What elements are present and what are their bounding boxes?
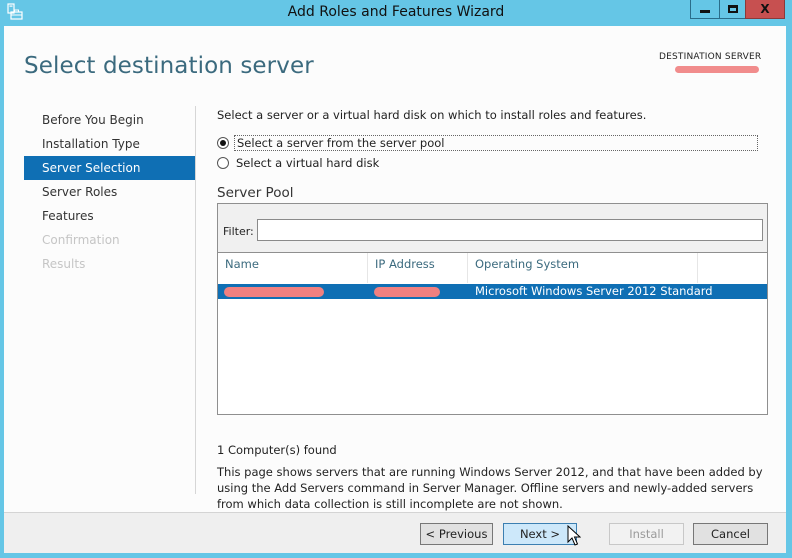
os-cell: Microsoft Windows Server 2012 Standard [475,284,713,298]
column-header-operating-system[interactable]: Operating System [468,253,698,283]
destination-server-redacted [675,66,759,73]
intro-text: Select a server or a virtual hard disk o… [217,108,647,122]
column-header-ip-address[interactable]: IP Address [368,253,468,283]
next-button[interactable]: Next > [503,523,577,545]
maximize-button[interactable] [719,0,746,19]
wizard-steps-nav: Before You Begin Installation Type Serve… [24,108,196,276]
radio-button[interactable] [217,157,229,169]
server-pool-grid: Name IP Address Operating System Microso… [218,252,767,414]
window-title: Add Roles and Features Wizard [287,4,505,20]
nav-item-before-you-begin[interactable]: Before You Begin [24,108,196,132]
destination-server-label: DESTINATION SERVER [659,52,762,62]
radio-selected-dot [220,140,226,146]
radio-label[interactable]: Select a server from the server pool [234,135,758,151]
wizard-body: Select destination server DESTINATION SE… [4,26,786,553]
wizard-footer: < Previous Next > Install Cancel [4,512,786,553]
server-pool-panel: Filter: Name IP Address Operating System… [217,203,768,415]
server-name-redacted [224,287,324,297]
nav-item-features[interactable]: Features [24,204,196,228]
close-button[interactable]: X [745,0,785,19]
description-text: This page shows servers that are running… [217,465,763,511]
page-title: Select destination server [24,53,314,79]
column-header-name[interactable]: Name [218,253,368,283]
previous-button[interactable]: < Previous [420,523,493,545]
nav-item-server-selection[interactable]: Server Selection [24,156,196,180]
table-row[interactable]: Microsoft Windows Server 2012 Standard [218,284,767,299]
filter-label: Filter: [223,225,254,238]
radio-label[interactable]: Select a virtual hard disk [234,156,381,170]
radio-virtual-hard-disk[interactable]: Select a virtual hard disk [217,154,381,172]
nav-item-confirmation: Confirmation [42,233,120,247]
filter-input[interactable] [257,219,763,241]
server-pool-title: Server Pool [217,185,294,201]
close-icon: X [760,2,770,16]
column-header-empty [698,253,767,283]
cancel-button[interactable]: Cancel [693,523,768,545]
nav-item-installation-type[interactable]: Installation Type [24,132,196,156]
mouse-pointer-icon [567,525,581,546]
radio-button[interactable] [217,137,229,149]
grid-header: Name IP Address Operating System [218,253,767,283]
minimize-button[interactable] [690,0,720,19]
ip-address-redacted [374,287,440,297]
install-button: Install [609,523,684,545]
maximize-icon [727,5,738,13]
nav-item-server-roles[interactable]: Server Roles [24,180,196,204]
minimize-icon [700,9,710,13]
title-bar[interactable]: Add Roles and Features Wizard X [0,0,792,26]
nav-divider [195,106,196,494]
radio-server-pool[interactable]: Select a server from the server pool [217,134,758,152]
nav-item-results: Results [42,257,86,271]
computers-found-count: 1 Computer(s) found [217,443,337,457]
